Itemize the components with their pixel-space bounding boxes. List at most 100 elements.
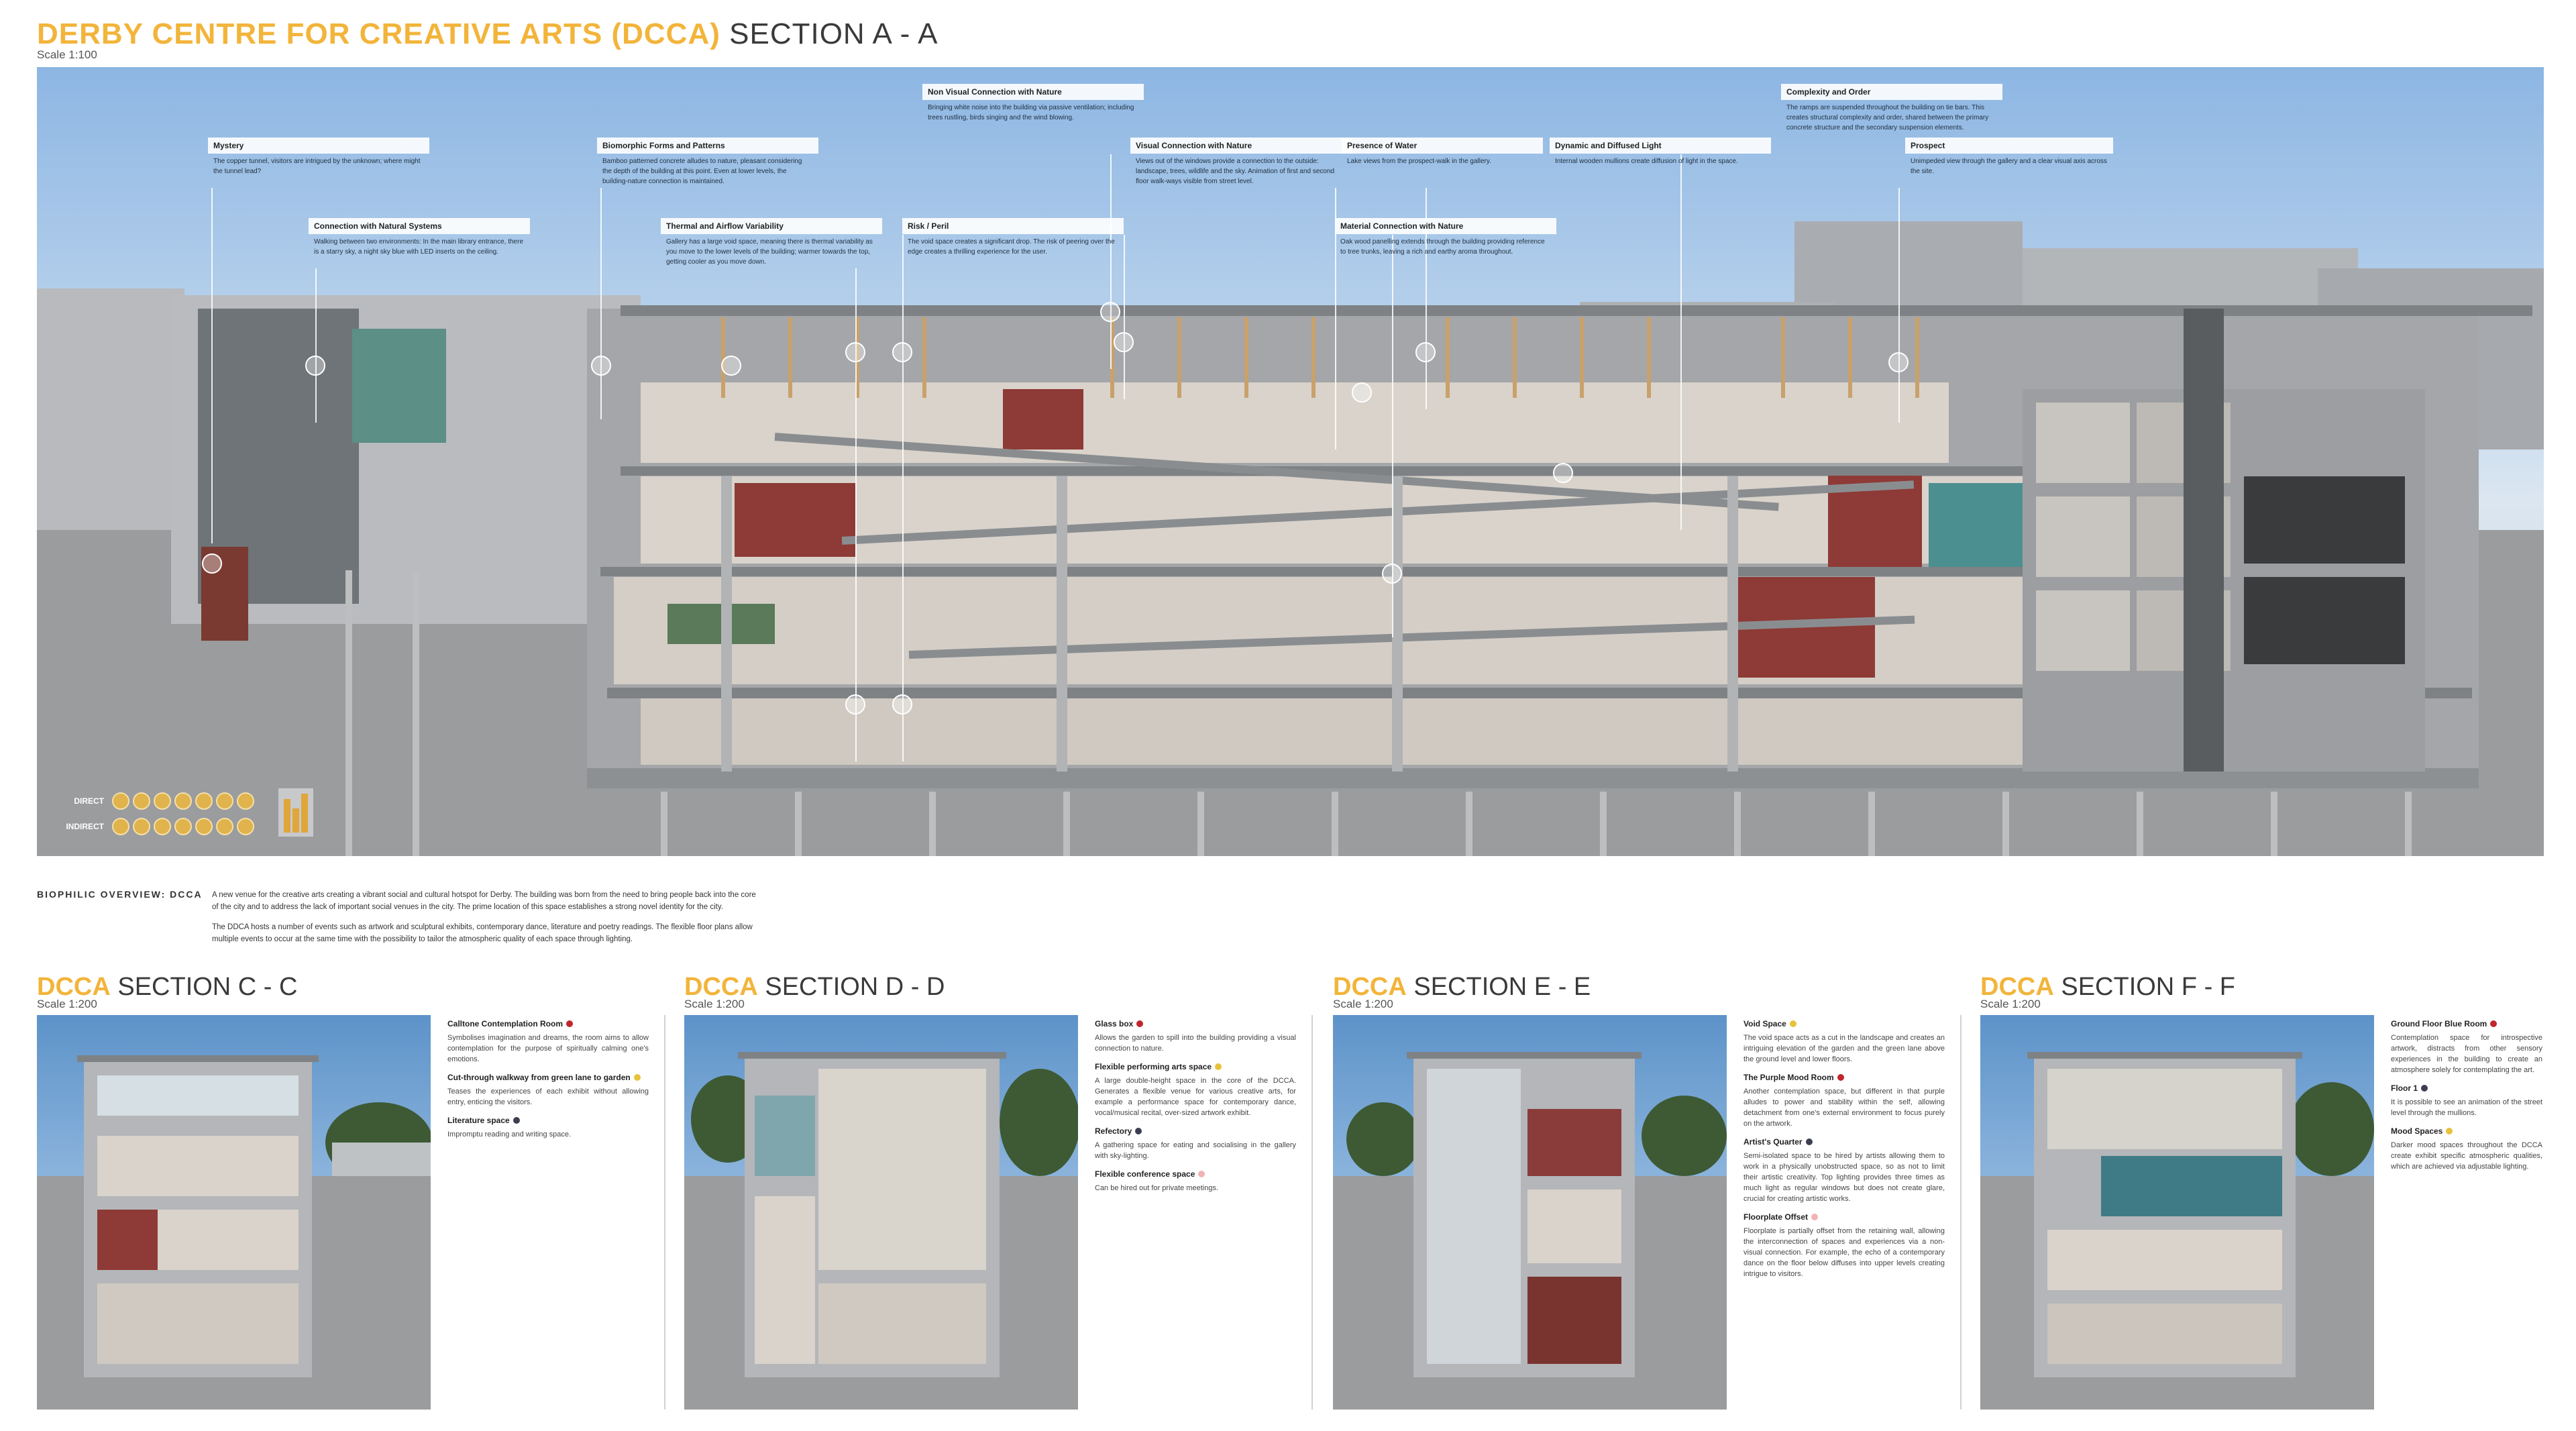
foundation-pile xyxy=(345,570,352,856)
section-divider xyxy=(1960,1015,1962,1410)
foundation-pile xyxy=(1063,792,1070,856)
foundation-pile xyxy=(2271,792,2277,856)
service-room xyxy=(2036,590,2130,671)
annotation-biomorphic: Biomorphic Forms and Patterns Bamboo pat… xyxy=(597,138,818,189)
legend-item-title: The Purple Mood Room xyxy=(1743,1073,1945,1082)
legend-color-dot xyxy=(1837,1074,1844,1081)
leader-line xyxy=(1124,235,1125,399)
section-title-accent: DCCA xyxy=(37,973,111,1001)
foundation-pile xyxy=(1868,792,1875,856)
foundation-pile xyxy=(661,792,667,856)
annotation-material: Material Connection with Nature Oak wood… xyxy=(1335,218,1556,260)
legend-dot xyxy=(174,792,192,810)
refectory xyxy=(755,1196,815,1364)
blue-room xyxy=(2101,1156,2282,1216)
legend-bar xyxy=(284,799,290,833)
legend-item-label: Flexible conference space xyxy=(1095,1169,1195,1179)
artists-quarter xyxy=(1527,1189,1621,1263)
legend-item-body: Semi-isolated space to be hired by artis… xyxy=(1743,1152,1945,1203)
annotation-body: Views out of the windows provide a conne… xyxy=(1136,158,1335,185)
legend-item-label: The Purple Mood Room xyxy=(1743,1073,1834,1082)
annotation-title: Presence of Water xyxy=(1342,138,1543,154)
section-c-render xyxy=(37,1015,431,1410)
annotation-thermal: Thermal and Airflow Variability Gallery … xyxy=(661,218,882,270)
wood-mullion xyxy=(1647,317,1651,398)
leader-line xyxy=(1898,188,1900,423)
background-building xyxy=(1794,221,2023,309)
annotation-body: The void space creates a significant dro… xyxy=(908,238,1115,256)
page-title-accent: DERBY CENTRE FOR CREATIVE ARTS (DCCA) xyxy=(37,17,720,50)
service-room xyxy=(2036,403,2130,483)
callout-marker xyxy=(892,694,912,714)
section-d-render xyxy=(684,1015,1078,1410)
leader-line xyxy=(315,268,317,423)
legend-item-title: Floor 1 xyxy=(2391,1083,2542,1093)
callout-marker xyxy=(1100,302,1120,322)
legend-indirect-label: INDIRECT xyxy=(66,822,104,831)
gallery-level-4 xyxy=(641,382,1949,463)
legend-item-label: Artist's Quarter xyxy=(1743,1137,1803,1147)
annotation-title: Visual Connection with Nature xyxy=(1130,138,1352,154)
legend-bar-icon xyxy=(278,788,313,837)
annotation-title: Connection with Natural Systems xyxy=(309,218,530,234)
section-c-legend: Calltone Contemplation Room Symbolises i… xyxy=(447,1015,649,1148)
foundation-pile xyxy=(2405,792,2412,856)
section-title-accent: DCCA xyxy=(1333,973,1407,1001)
foundation-pile xyxy=(2137,792,2143,856)
tree xyxy=(1000,1069,1078,1176)
legend-dot xyxy=(154,818,171,835)
wood-mullion xyxy=(1848,317,1852,398)
wood-mullion xyxy=(1244,317,1248,398)
service-room xyxy=(2036,496,2130,577)
annotation-non-visual: Non Visual Connection with Nature Bringi… xyxy=(922,84,1144,125)
upper-atrium xyxy=(2047,1069,2282,1149)
annotation-title: Mystery xyxy=(208,138,429,154)
legend-item-title: Cut-through walkway from green lane to g… xyxy=(447,1073,649,1082)
legend-item-label: Void Space xyxy=(1743,1019,1786,1028)
legend-item-title: Artist's Quarter xyxy=(1743,1137,1945,1147)
column xyxy=(721,476,732,772)
red-room xyxy=(1527,1277,1621,1364)
legend-bar xyxy=(301,794,308,833)
annotation-body: Unimpeded view through the gallery and a… xyxy=(1911,158,2107,175)
annotation-title: Dynamic and Diffused Light xyxy=(1550,138,1771,154)
annotation-body: Internal wooden mullions create diffusio… xyxy=(1555,158,1738,165)
wood-mullion xyxy=(1781,317,1785,398)
annotation-visual: Visual Connection with Nature Views out … xyxy=(1130,138,1352,189)
foundation-pile xyxy=(1466,792,1472,856)
annotation-body: Lake views from the prospect-walk in the… xyxy=(1347,158,1491,165)
legend-item-label: Refectory xyxy=(1095,1126,1132,1136)
callout-marker xyxy=(591,356,611,376)
callout-marker xyxy=(845,342,865,362)
column xyxy=(1392,476,1403,772)
annotation-body: Oak wood panelling extends through the b… xyxy=(1340,238,1545,256)
callout-marker xyxy=(305,356,325,376)
legend-item-body: Allows the garden to spill into the buil… xyxy=(1095,1034,1296,1053)
legend-item-title: Literature space xyxy=(447,1116,649,1125)
section-e-legend: Void Space The void space acts as a cut … xyxy=(1743,1015,1945,1287)
callout-marker xyxy=(845,694,865,714)
legend-item-label: Floorplate Offset xyxy=(1743,1212,1809,1222)
legend-color-dot xyxy=(633,1074,641,1081)
annotation-body: Bamboo patterned concrete alludes to nat… xyxy=(602,158,802,185)
leader-line xyxy=(1680,154,1682,530)
annotation-title: Biomorphic Forms and Patterns xyxy=(597,138,818,154)
floor-slab xyxy=(600,567,2076,576)
foundation-pile xyxy=(2002,792,2009,856)
annotation-mystery: Mystery The copper tunnel, visitors are … xyxy=(208,138,429,179)
legend-item-body: Teases the experiences of each exhibit w… xyxy=(447,1088,649,1106)
callout-marker xyxy=(1114,332,1134,352)
legend-color-dot xyxy=(1135,1128,1142,1134)
legend-item-body: Floorplate is partially offset from the … xyxy=(1743,1227,1945,1278)
callout-marker xyxy=(202,553,222,574)
section-title-plain: SECTION D - D xyxy=(765,973,945,1001)
annotation-title: Non Visual Connection with Nature xyxy=(922,84,1144,100)
legend-item-title: Glass box xyxy=(1095,1019,1296,1028)
legend-color-dot xyxy=(1789,1020,1796,1027)
section-divider xyxy=(664,1015,665,1410)
red-feature-wall xyxy=(735,483,855,557)
wood-mullion xyxy=(1446,317,1450,398)
page-title: DERBY CENTRE FOR CREATIVE ARTS (DCCA) SE… xyxy=(37,17,938,51)
foundation-pile xyxy=(1197,792,1204,856)
ground-floor xyxy=(97,1283,299,1364)
